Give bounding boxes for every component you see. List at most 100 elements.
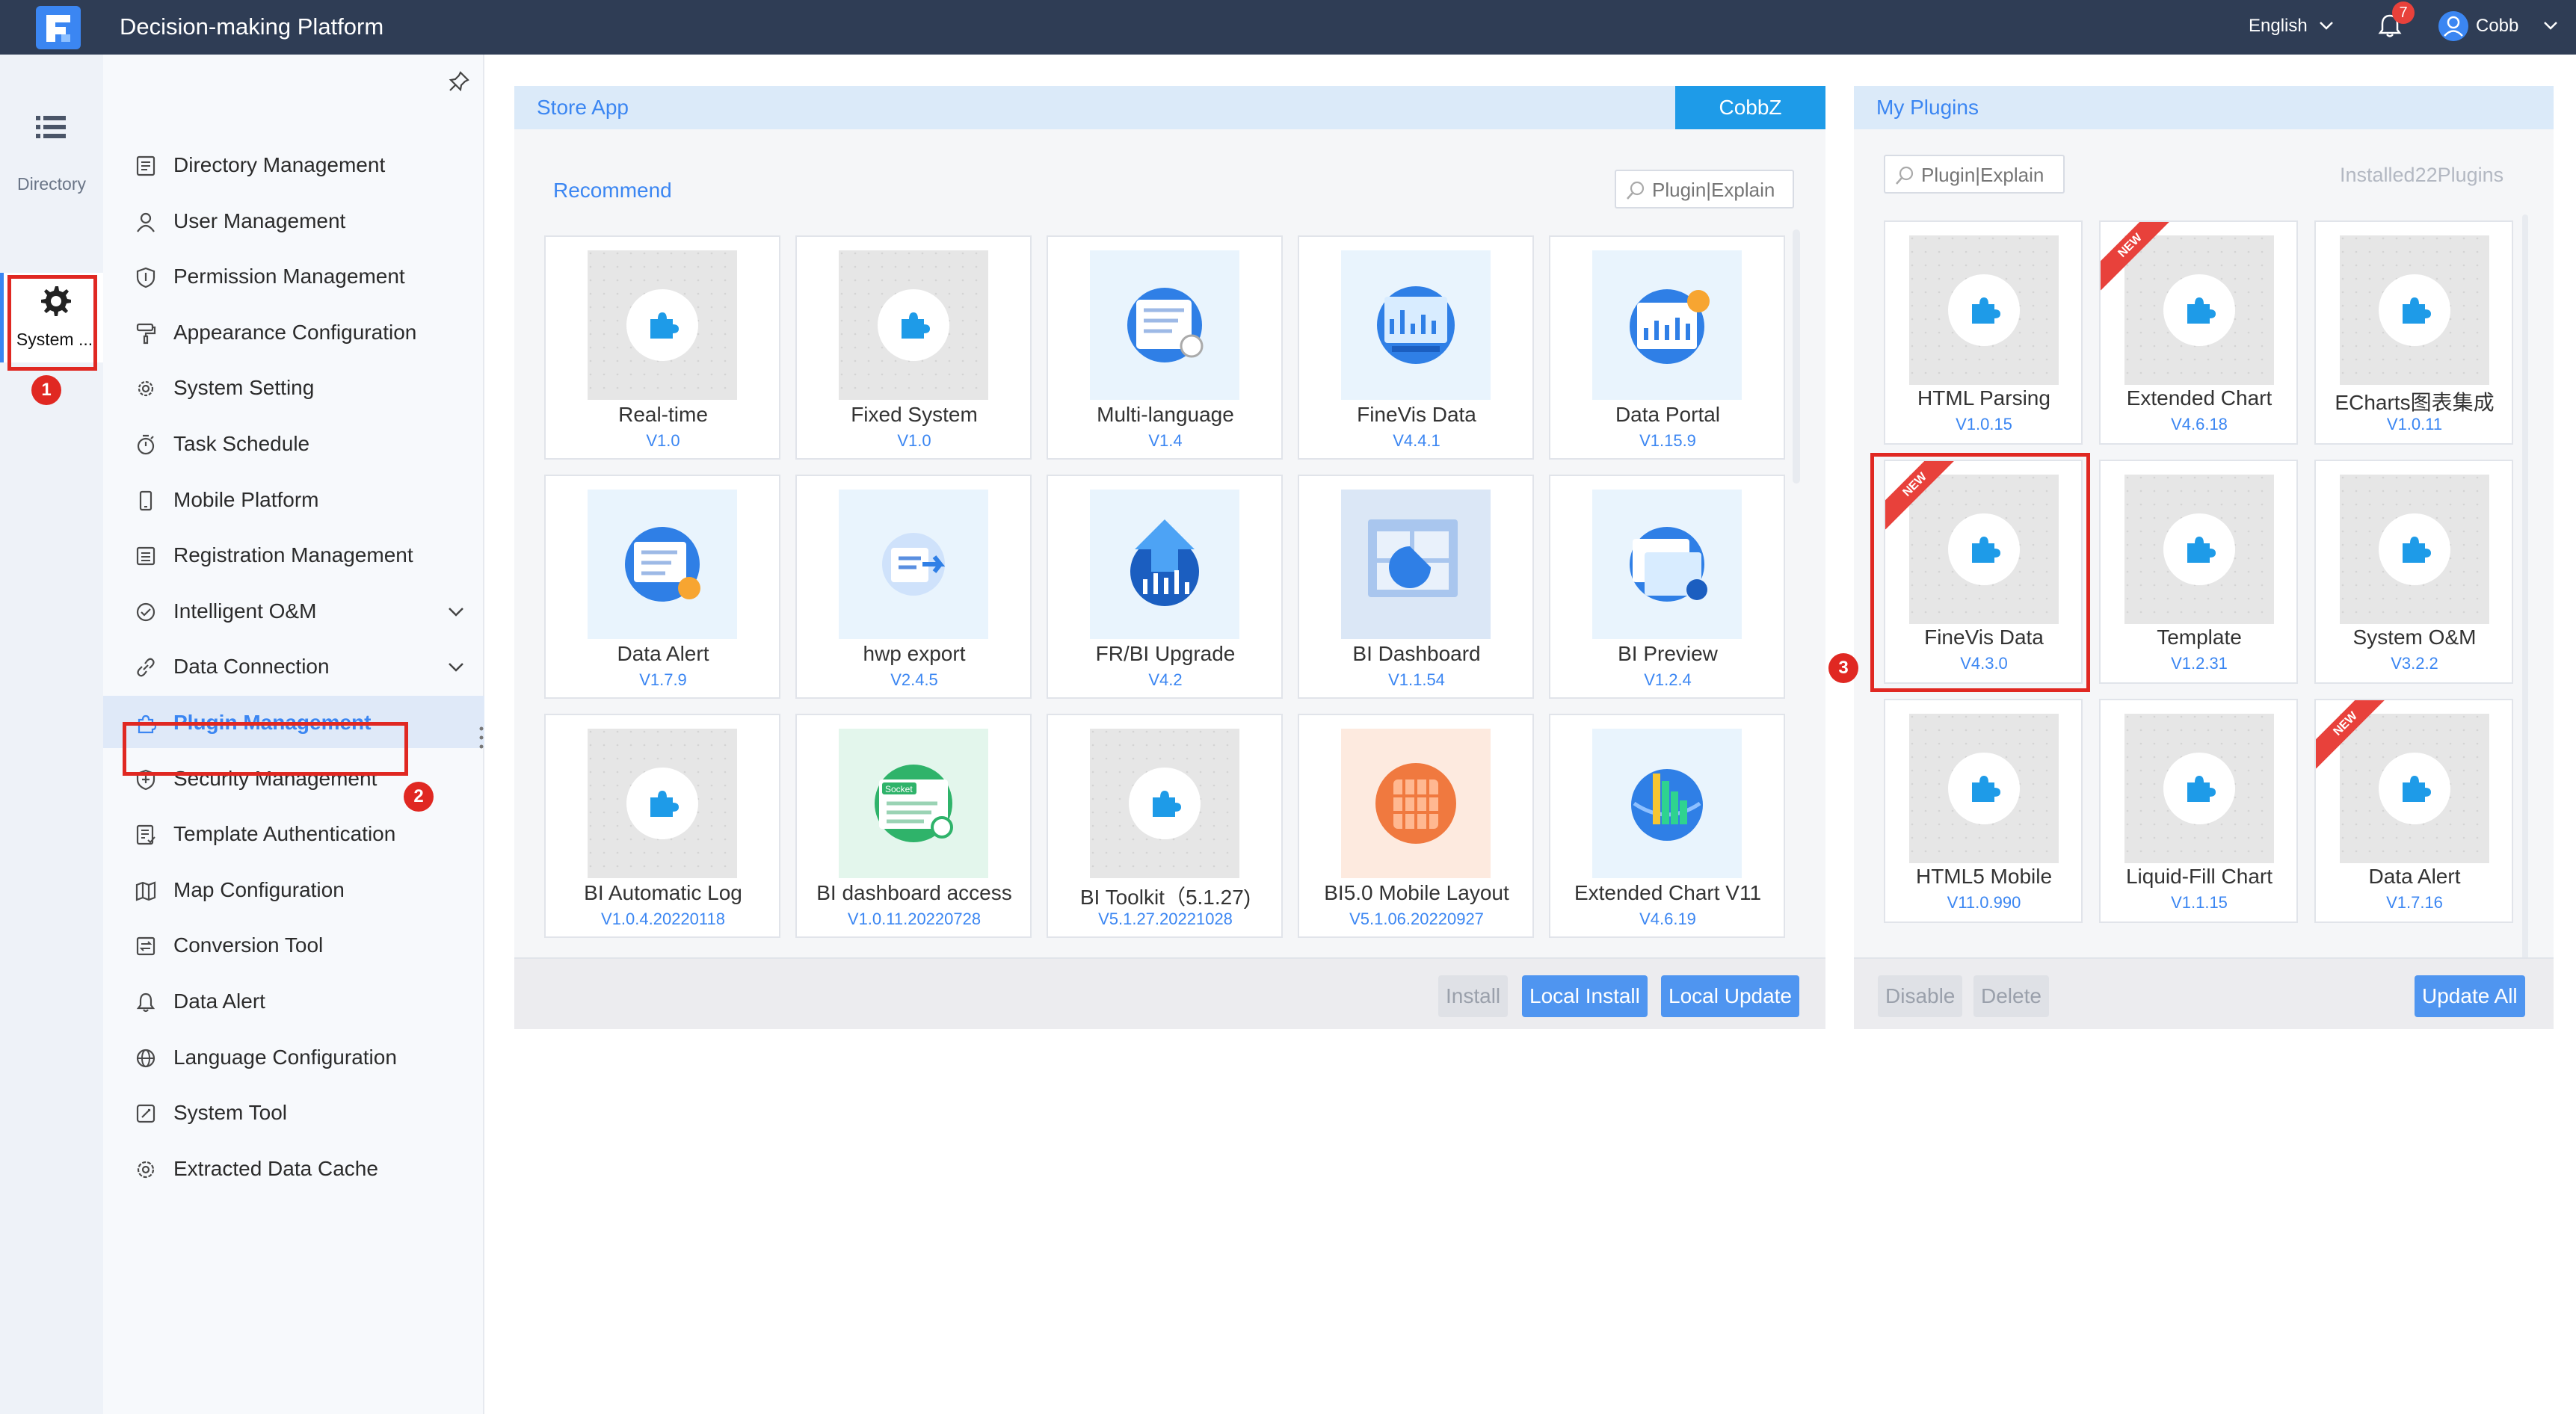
plugin-name: HTML5 Mobile: [1915, 865, 2053, 888]
plugins-search-input[interactable]: [1921, 162, 2059, 188]
installed-count: Installed22Plugins: [2340, 164, 2504, 186]
nav-item-intelligent-o-m[interactable]: Intelligent O&M: [103, 584, 484, 637]
avatar[interactable]: [2438, 11, 2468, 41]
user-name[interactable]: Cobb: [2476, 13, 2518, 39]
nav-item-extracted-data-cache[interactable]: Extracted Data Cache: [103, 1142, 484, 1194]
installed-plugin-card[interactable]: HTML Parsing V1.0.15: [1884, 220, 2083, 445]
store-plugin-card[interactable]: Real-time V1.0: [544, 235, 780, 460]
plugin-thumbnail-icon: [1592, 250, 1742, 400]
plugin-version: V4.6.18: [2171, 415, 2228, 433]
nav-item-appearance-configuration[interactable]: Appearance Configuration: [103, 306, 484, 358]
annotation-box-system: [7, 275, 97, 371]
local-update-button[interactable]: Local Update: [1661, 975, 1800, 1017]
store-plugin-card[interactable]: BI Toolkit（5.1.27) V5.1.27.20221028: [1047, 714, 1283, 938]
nav-item-label: Map Configuration: [173, 877, 345, 901]
installed-plugin-card[interactable]: ECharts图表集成 V1.0.11: [2314, 220, 2513, 445]
nav-item-label: Mobile Platform: [173, 487, 319, 511]
store-search-input[interactable]: [1652, 177, 1788, 203]
shield-icon: [136, 268, 155, 288]
nav-item-mobile-platform[interactable]: Mobile Platform: [103, 473, 484, 525]
plugin-thumbnail-icon: [1341, 729, 1491, 878]
chevron-down-icon[interactable]: [446, 602, 466, 620]
plugin-thumbnail-icon: [1909, 714, 2059, 863]
nav-item-map-configuration[interactable]: Map Configuration: [103, 863, 484, 916]
cache-icon: [137, 1161, 155, 1178]
plugins-search[interactable]: [1884, 155, 2065, 194]
store-scrollbar[interactable]: [1793, 229, 1800, 484]
store-plugin-card[interactable]: hwp export V2.4.5: [795, 475, 1032, 699]
logo-icon[interactable]: [36, 6, 81, 49]
conversion-icon: [136, 937, 155, 956]
installed-plugin-card[interactable]: Template V1.2.31: [2099, 460, 2298, 684]
store-plugin-card[interactable]: Extended Chart V11 V4.6.19: [1549, 714, 1785, 938]
notification-count-badge: 7: [2392, 1, 2415, 24]
nav-item-registration-management[interactable]: Registration Management: [103, 528, 484, 581]
pin-icon[interactable]: [447, 70, 471, 93]
store-plugin-card[interactable]: Data Alert V1.7.9: [544, 475, 780, 699]
store-plugin-card[interactable]: BI Dashboard V1.1.54: [1298, 475, 1534, 699]
installed-plugin-card[interactable]: HTML5 Mobile V11.0.990: [1884, 699, 2083, 923]
installed-plugin-card[interactable]: Data Alert V1.7.16 NEW: [2314, 699, 2513, 923]
install-button[interactable]: Install: [1438, 975, 1509, 1017]
nav-item-template-authentication[interactable]: Template Authentication: [103, 807, 484, 859]
nav-item-system-setting[interactable]: System Setting: [103, 361, 484, 413]
store-plugin-card[interactable]: BI Automatic Log V1.0.4.20220118: [544, 714, 780, 938]
nav-item-task-schedule[interactable]: Task Schedule: [103, 417, 484, 469]
store-plugin-card[interactable]: FR/BI Upgrade V4.2: [1047, 475, 1283, 699]
nav-item-conversion-tool[interactable]: Conversion Tool: [103, 919, 484, 971]
installed-plugin-card[interactable]: Liquid-Fill Chart V1.1.15: [2099, 699, 2298, 923]
template-auth-icon: [136, 825, 155, 845]
nav-item-user-management[interactable]: User Management: [103, 194, 484, 247]
plugin-name: FineVis Data: [1357, 403, 1476, 426]
account-tab[interactable]: CobbZ: [1675, 86, 1825, 129]
plugin-thumbnail-icon: [2340, 714, 2489, 863]
plugin-version: V1.0.11: [2386, 415, 2443, 433]
annotation-badge-2: 2: [404, 782, 434, 812]
chevron-down-icon[interactable]: [2542, 18, 2560, 33]
plugin-thumbnail-icon: [2340, 235, 2489, 385]
plugin-thumbnail-icon: [2124, 475, 2274, 624]
annotation-box-plugin-management: [123, 722, 408, 776]
chevron-down-icon[interactable]: [446, 658, 466, 676]
language-selector[interactable]: English: [2249, 13, 2308, 39]
delete-button[interactable]: Delete: [1973, 975, 2049, 1017]
nav-item-system-tool[interactable]: System Tool: [103, 1086, 484, 1138]
plugin-name: hwp export: [863, 642, 966, 665]
plugin-name: Multi-language: [1097, 403, 1234, 426]
store-plugin-card[interactable]: FineVis Data V4.4.1: [1298, 235, 1534, 460]
chevron-down-icon[interactable]: [2317, 18, 2335, 33]
installed-plugin-card[interactable]: Extended Chart V4.6.18 NEW: [2099, 220, 2298, 445]
nav-item-label: Conversion Tool: [173, 933, 324, 957]
store-plugin-card[interactable]: Data Portal V1.15.9: [1549, 235, 1785, 460]
store-plugin-card[interactable]: BI5.0 Mobile Layout V5.1.06.20220927: [1298, 714, 1534, 938]
top-bar: Decision-making Platform English 7 Cobb: [0, 0, 2576, 55]
rail-directory-label[interactable]: Directory: [0, 174, 103, 194]
plugin-version: V1.0.4.20220118: [601, 910, 725, 928]
drag-handle-icon[interactable]: [477, 724, 486, 751]
plugin-version: V3.2.2: [2391, 654, 2438, 673]
store-search[interactable]: [1615, 170, 1794, 209]
store-plugin-card[interactable]: BI Preview V1.2.4: [1549, 475, 1785, 699]
store-plugin-card[interactable]: Multi-language V1.4: [1047, 235, 1283, 460]
list-icon[interactable]: [36, 114, 66, 140]
store-plugin-card[interactable]: Socket BI dashboard access V1.0.11.2022072…: [795, 714, 1032, 938]
installed-plugin-card[interactable]: System O&M V3.2.2: [2314, 460, 2513, 684]
disable-button[interactable]: Disable: [1878, 975, 1963, 1017]
nav-item-directory-management[interactable]: Directory Management: [103, 138, 484, 191]
nav-item-permission-management[interactable]: Permission Management: [103, 250, 484, 302]
plugin-version: V1.7.16: [2386, 893, 2443, 912]
update-all-button[interactable]: Update All: [2415, 975, 2525, 1017]
left-rail: Directory System ...: [0, 55, 103, 1414]
recommend-tab[interactable]: Recommend: [553, 179, 672, 203]
nav-item-label: Directory Management: [173, 153, 386, 176]
plugin-version: V5.1.27.20221028: [1098, 910, 1233, 928]
store-plugin-card[interactable]: Fixed System V1.0: [795, 235, 1032, 460]
nav-item-label: System Setting: [173, 376, 315, 400]
plugins-scrollbar[interactable]: [2522, 214, 2528, 962]
local-install-button[interactable]: Local Install: [1522, 975, 1648, 1017]
nav-item-data-connection[interactable]: Data Connection: [103, 640, 484, 692]
plugin-thumbnail-icon: [1090, 729, 1239, 878]
nav-item-data-alert[interactable]: Data Alert: [103, 975, 484, 1027]
nav-item-language-configuration[interactable]: Language Configuration: [103, 1031, 484, 1083]
plugin-version: V1.0: [646, 431, 680, 450]
